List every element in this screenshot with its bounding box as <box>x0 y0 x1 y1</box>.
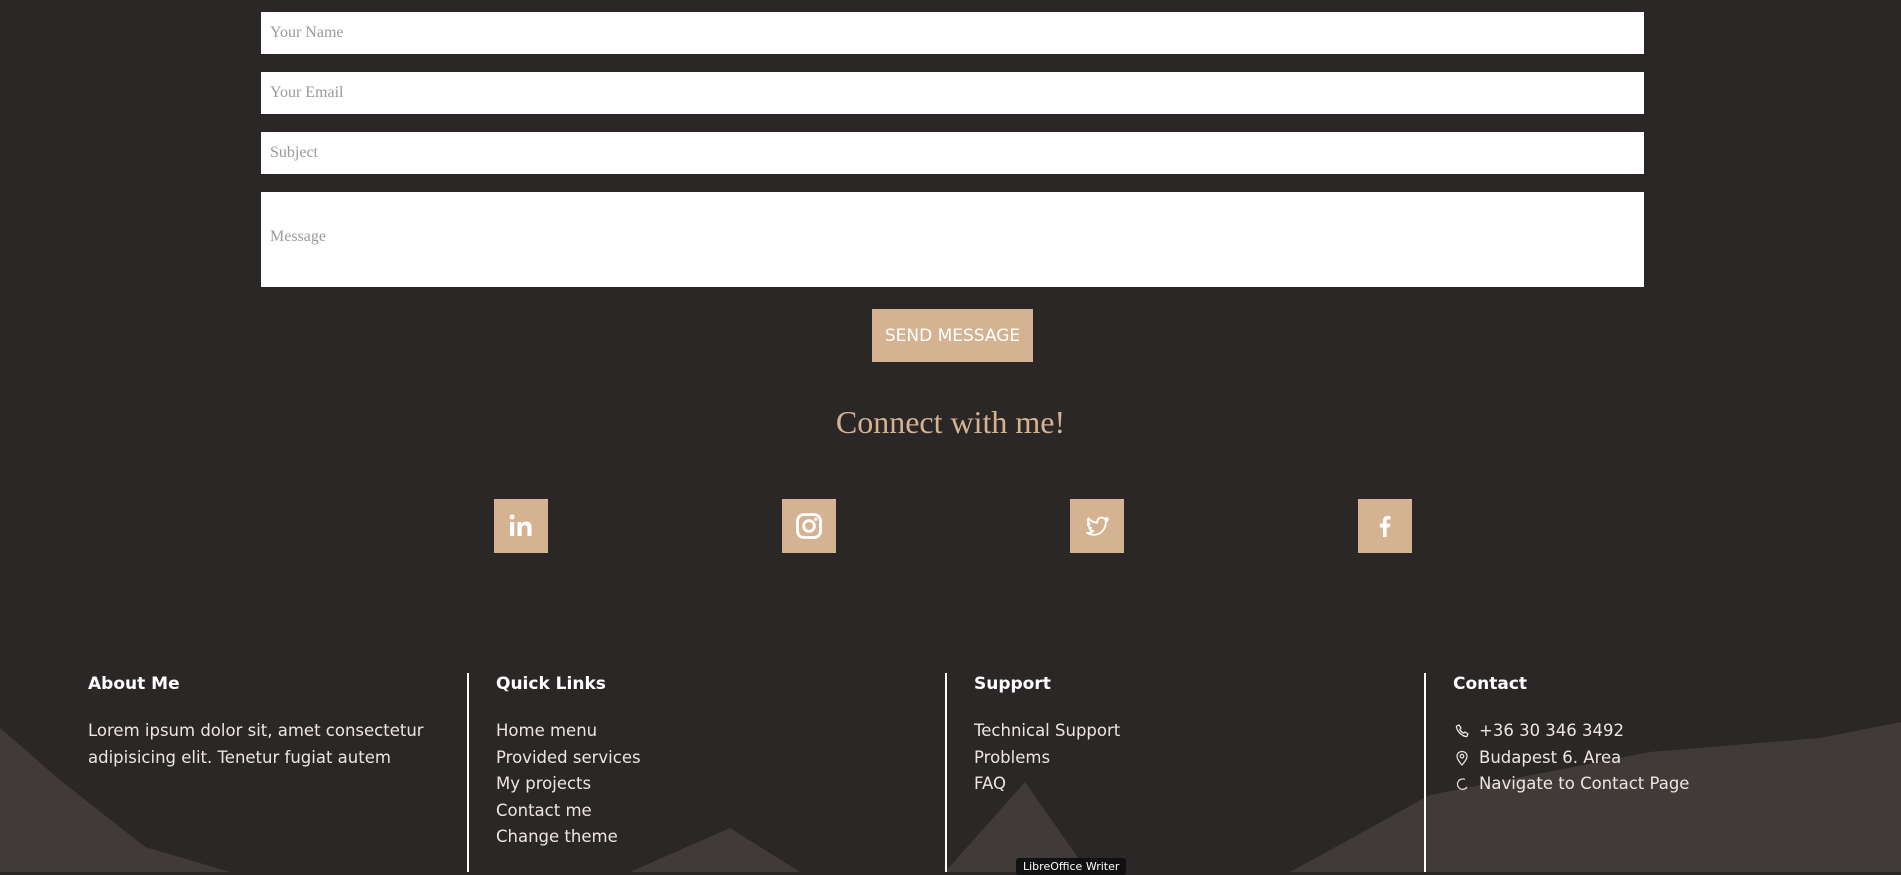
name-field[interactable] <box>261 12 1644 54</box>
about-title: About Me <box>88 674 180 694</box>
quick-links-title: Quick Links <box>496 674 606 694</box>
link-change-theme[interactable]: Change theme <box>496 824 641 851</box>
link-problems[interactable]: Problems <box>974 745 1120 772</box>
instagram-icon <box>796 513 822 539</box>
support-title: Support <box>974 674 1051 694</box>
twitter-button[interactable] <box>1070 499 1124 553</box>
subject-field[interactable] <box>261 132 1644 174</box>
loading-spinner-icon <box>1453 775 1471 793</box>
footer-contact: Contact +36 30 346 3492 Budapest 6. Area… <box>1453 674 1689 798</box>
instagram-button[interactable] <box>782 499 836 553</box>
footer-divider <box>945 673 947 872</box>
link-technical-support[interactable]: Technical Support <box>974 718 1120 745</box>
email-field[interactable] <box>261 72 1644 114</box>
link-my-projects[interactable]: My projects <box>496 771 641 798</box>
location-pin-icon <box>1453 749 1471 767</box>
footer-divider <box>467 673 469 872</box>
linkedin-button[interactable] <box>494 499 548 553</box>
tooltip: LibreOffice Writer <box>1016 858 1127 875</box>
contact-phone: +36 30 346 3492 <box>1479 721 1625 740</box>
footer-quick-links: Quick Links Home menu Provided services … <box>496 674 641 851</box>
facebook-icon <box>1379 515 1391 537</box>
phone-icon <box>1453 722 1471 740</box>
contact-phone-row: +36 30 346 3492 <box>1453 718 1689 745</box>
link-provided-services[interactable]: Provided services <box>496 745 641 772</box>
contact-navigate-row[interactable]: Navigate to Contact Page <box>1453 771 1689 798</box>
connect-heading: Connect with me! <box>835 404 1066 440</box>
facebook-button[interactable] <box>1358 499 1412 553</box>
link-contact-me[interactable]: Contact me <box>496 798 641 825</box>
twitter-icon <box>1086 516 1109 536</box>
link-home-menu[interactable]: Home menu <box>496 718 641 745</box>
message-field[interactable] <box>261 192 1644 287</box>
contact-form <box>261 12 1644 305</box>
link-faq[interactable]: FAQ <box>974 771 1120 798</box>
footer-about: About Me Lorem ipsum dolor sit, amet con… <box>88 674 448 771</box>
contact-address: Budapest 6. Area <box>1479 747 1622 767</box>
send-message-button[interactable]: SEND MESSAGE <box>872 309 1033 362</box>
footer-support: Support Technical Support Problems FAQ <box>974 674 1120 798</box>
contact-title: Contact <box>1453 674 1528 694</box>
about-text: Lorem ipsum dolor sit, amet consectetur … <box>88 721 424 767</box>
footer-divider <box>1424 673 1426 872</box>
linkedin-icon <box>509 514 532 536</box>
link-navigate-contact[interactable]: Navigate to Contact Page <box>1479 771 1689 798</box>
contact-address-row: Budapest 6. Area <box>1453 745 1689 772</box>
